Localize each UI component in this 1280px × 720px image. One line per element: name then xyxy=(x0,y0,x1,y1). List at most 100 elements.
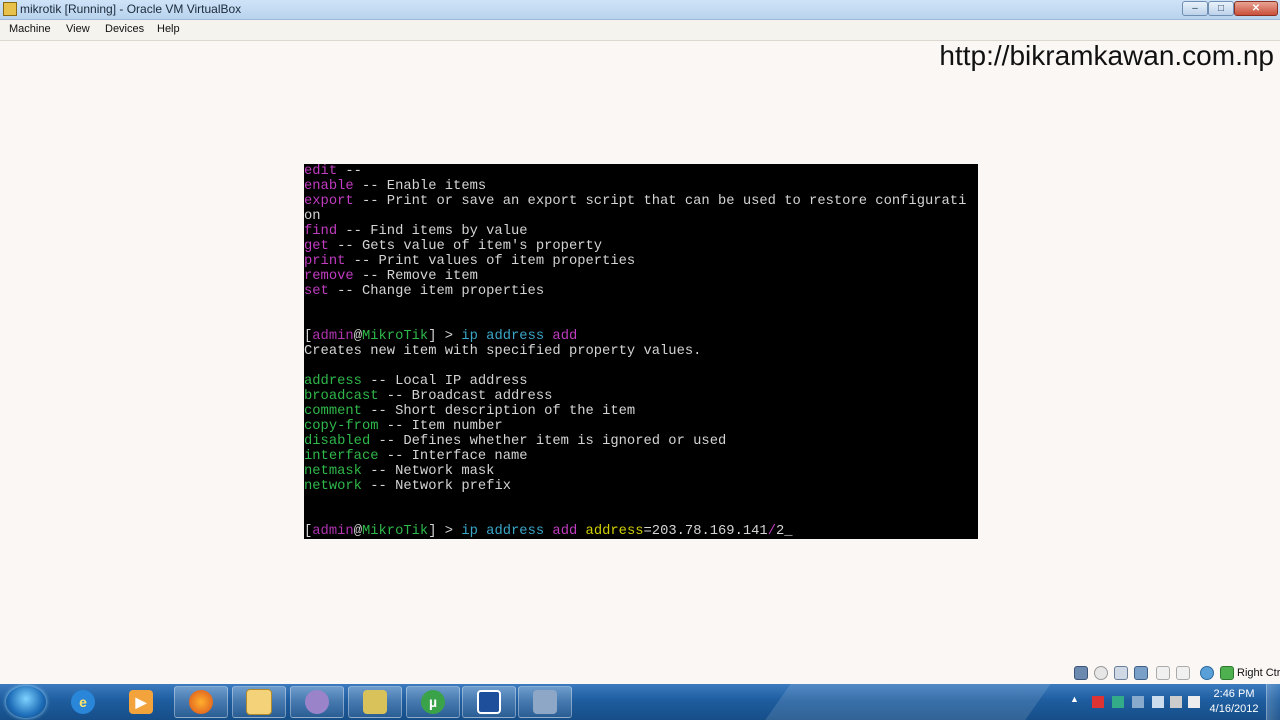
console-line: edit -- xyxy=(304,164,362,179)
prompt-host: MikroTik xyxy=(361,524,429,539)
console-line: on xyxy=(304,209,321,224)
property-name: address xyxy=(304,374,362,389)
close-button[interactable]: ✕ xyxy=(1234,1,1278,16)
prompt-slash: / xyxy=(767,524,776,539)
action-center-icon[interactable] xyxy=(1092,696,1104,708)
console-line: broadcast -- Broadcast address xyxy=(304,389,552,404)
console-line: interface -- Interface name xyxy=(304,449,528,464)
prompt-value: 203.78.169.141 xyxy=(651,524,768,539)
property-name: netmask xyxy=(304,464,362,479)
property-desc: -- Network prefix xyxy=(361,479,511,494)
firefox-icon xyxy=(189,690,213,714)
optical-drive-icon[interactable] xyxy=(1094,666,1108,680)
command-desc: -- Print or save an export script that c… xyxy=(353,194,967,209)
property-name: broadcast xyxy=(304,389,379,404)
virtualbox-app-icon[interactable] xyxy=(3,2,17,16)
prompt-subcommand: add xyxy=(544,329,578,344)
console-line: find -- Find items by value xyxy=(304,224,528,239)
menu-bar: Machine View Devices Help xyxy=(0,20,1280,41)
command-name: get xyxy=(304,239,329,254)
mouse-integration-icon[interactable] xyxy=(1220,666,1234,680)
network-icon[interactable] xyxy=(1134,666,1148,680)
property-name: disabled xyxy=(304,434,371,449)
prompt-host: MikroTik xyxy=(361,329,429,344)
taskbar: e ▶ µ ▲ xyxy=(0,684,1280,720)
prompt-subcommand: add xyxy=(544,524,578,539)
taskbar-utorrent[interactable]: µ xyxy=(406,686,460,718)
show-desktop-button[interactable] xyxy=(1266,684,1280,720)
clock-time[interactable]: 2:46 PM xyxy=(1209,688,1259,700)
prompt-argument: address xyxy=(577,524,644,539)
prompt-user: admin xyxy=(312,329,354,344)
console-prompt: [admin@MikroTik] > ip address add xyxy=(304,329,577,344)
taskbar-network-tool[interactable] xyxy=(348,686,402,718)
taskbar-firefox[interactable] xyxy=(174,686,228,718)
prompt-close: ] > xyxy=(428,329,462,344)
property-name: interface xyxy=(304,449,379,464)
console-line: get -- Gets value of item's property xyxy=(304,239,602,254)
maximize-button[interactable]: □ xyxy=(1208,1,1234,16)
host-key-label: Right Ctrl xyxy=(1237,667,1280,679)
menu-machine[interactable]: Machine xyxy=(9,23,51,35)
menu-help[interactable]: Help xyxy=(157,23,180,35)
window-title-bar[interactable]: mikrotik [Running] - Oracle VM VirtualBo… xyxy=(0,0,1280,20)
prompt-close: ] > xyxy=(428,524,462,539)
command-desc: -- Gets value of item's property xyxy=(328,239,603,254)
media-player-icon: ▶ xyxy=(129,690,153,714)
console-line: netmask -- Network mask xyxy=(304,464,494,479)
command-desc: on xyxy=(304,209,321,224)
console-line: network -- Network prefix xyxy=(304,479,511,494)
start-button[interactable] xyxy=(6,686,46,718)
console-line: export -- Print or save an export script… xyxy=(304,194,966,209)
console-line: address -- Local IP address xyxy=(304,374,528,389)
command-name: remove xyxy=(304,269,354,284)
command-desc: -- xyxy=(337,164,362,179)
taskbar-explorer[interactable] xyxy=(232,686,286,718)
watermark-url: http://bikramkawan.com.np xyxy=(939,40,1274,71)
usb-icon[interactable] xyxy=(1114,666,1128,680)
console-line: disabled -- Defines whether item is igno… xyxy=(304,434,726,449)
window-title: mikrotik [Running] - Oracle VM VirtualBo… xyxy=(20,2,242,16)
display-icon[interactable] xyxy=(1176,666,1190,680)
power-icon[interactable] xyxy=(1188,696,1200,708)
utorrent-icon: µ xyxy=(421,690,445,714)
vm-console-screen[interactable]: edit -- enable -- Enable items export --… xyxy=(304,164,978,539)
show-hidden-icons-icon[interactable]: ▲ xyxy=(1070,694,1082,706)
property-name: comment xyxy=(304,404,362,419)
command-desc: -- Print values of item properties xyxy=(345,254,636,269)
property-desc: -- Item number xyxy=(378,419,503,434)
taskbar-remote-desktop[interactable] xyxy=(462,686,516,718)
command-name: print xyxy=(304,254,346,269)
prompt-at: @ xyxy=(353,329,362,344)
hard-disk-icon[interactable] xyxy=(1074,666,1088,680)
minimize-button[interactable]: – xyxy=(1182,1,1208,16)
taskbar-pidgin[interactable] xyxy=(290,686,344,718)
command-name: find xyxy=(304,224,338,239)
property-name: copy-from xyxy=(304,419,379,434)
property-desc: -- Network mask xyxy=(361,464,495,479)
text-cursor: _ xyxy=(784,524,793,539)
tray-app-icon[interactable] xyxy=(1132,696,1144,708)
network-status-icon[interactable] xyxy=(1112,696,1124,708)
tray-monitor-icon[interactable] xyxy=(1152,696,1164,708)
command-name: export xyxy=(304,194,354,209)
virtualization-icon[interactable] xyxy=(1200,666,1214,680)
console-line: comment -- Short description of the item xyxy=(304,404,635,419)
internet-explorer-icon: e xyxy=(71,690,95,714)
console-line: copy-from -- Item number xyxy=(304,419,503,434)
menu-view[interactable]: View xyxy=(66,23,90,35)
clock-date[interactable]: 4/16/2012 xyxy=(1206,703,1262,715)
console-line: set -- Change item properties xyxy=(304,284,544,299)
property-desc: -- Defines whether item is ignored or us… xyxy=(370,434,727,449)
taskbar-internet-explorer[interactable]: e xyxy=(56,686,110,718)
pidgin-icon xyxy=(305,690,329,714)
console-help-line: Creates new item with specified property… xyxy=(304,344,702,359)
taskbar-virtualbox[interactable] xyxy=(518,686,572,718)
volume-icon[interactable] xyxy=(1170,696,1182,708)
prompt-at: @ xyxy=(353,524,362,539)
menu-devices[interactable]: Devices xyxy=(105,23,144,35)
taskbar-media-player[interactable]: ▶ xyxy=(114,686,168,718)
shared-folders-icon[interactable] xyxy=(1156,666,1170,680)
command-name: enable xyxy=(304,179,354,194)
console-input-line[interactable]: [admin@MikroTik] > ip address add addres… xyxy=(304,524,793,539)
